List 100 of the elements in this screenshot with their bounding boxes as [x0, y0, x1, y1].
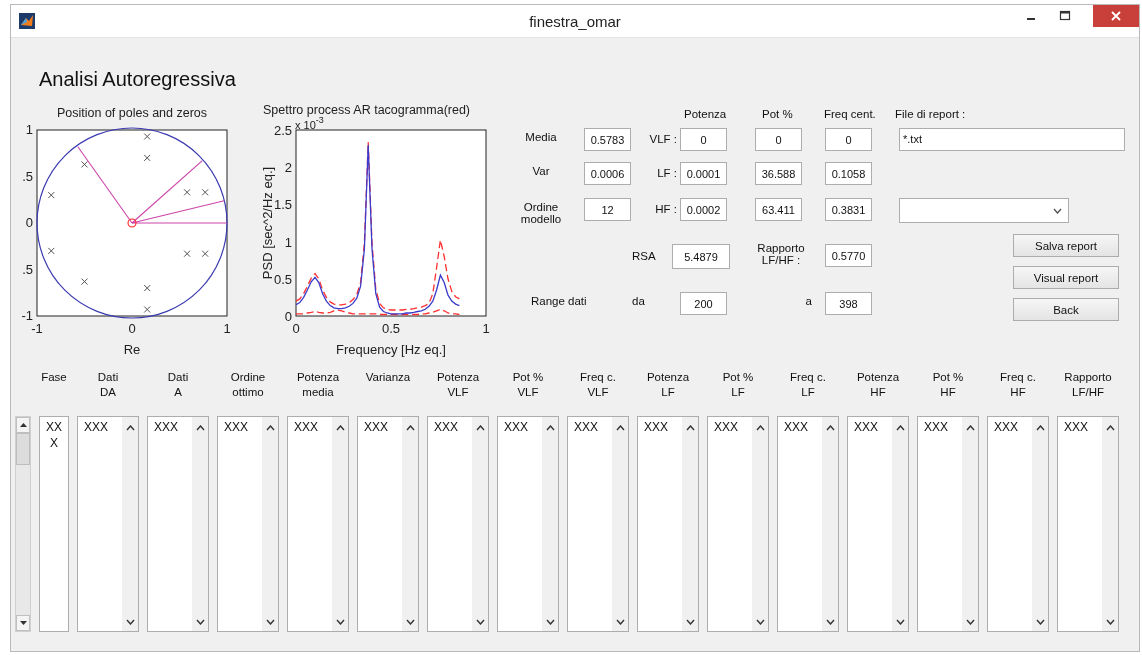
list-item[interactable]: XXX [224, 420, 248, 434]
chevron-up-icon[interactable] [1035, 425, 1045, 431]
chevron-down-icon[interactable] [685, 619, 695, 625]
pole-marker [183, 250, 191, 258]
list-box[interactable]: XXX [707, 416, 769, 632]
list-item[interactable]: XXX [84, 420, 108, 434]
chevron-down-icon[interactable] [1105, 619, 1115, 625]
list-box[interactable]: XXX [217, 416, 279, 632]
value-field[interactable]: 0.0006 [584, 162, 631, 185]
list-item[interactable]: XXX [44, 420, 64, 452]
tick-label: 2.5 [273, 123, 292, 138]
chevron-up-icon[interactable] [895, 425, 905, 431]
scroll-thumb[interactable] [16, 433, 30, 465]
value-field[interactable]: 0.0001 [680, 162, 727, 185]
chevron-up-icon[interactable] [125, 425, 135, 431]
value-field[interactable]: 12 [584, 198, 631, 221]
value-field[interactable]: 0.1058 [825, 162, 872, 185]
list-item[interactable]: XXX [574, 420, 598, 434]
list-item[interactable]: XXX [994, 420, 1018, 434]
column-header: Ordine ottimo [229, 370, 267, 400]
list-item[interactable]: XXX [854, 420, 878, 434]
chevron-up-icon[interactable] [1105, 425, 1115, 431]
list-box[interactable]: XXX [357, 416, 419, 632]
value-field[interactable]: 5.4879 [672, 244, 730, 269]
value-field[interactable]: 0.5770 [825, 244, 872, 267]
value-field[interactable]: 36.588 [755, 162, 802, 185]
tick-label: 2 [284, 160, 292, 176]
chevron-up-icon[interactable] [475, 425, 485, 431]
column-header: Varianza [364, 370, 412, 385]
chevron-down-icon[interactable] [125, 619, 135, 625]
chevron-down-icon[interactable] [265, 619, 275, 625]
list-item[interactable]: XXX [1064, 420, 1088, 434]
list-item[interactable]: XXX [924, 420, 948, 434]
list-box[interactable]: XXX [287, 416, 349, 632]
field-label: da [632, 295, 646, 307]
list-item[interactable]: XXX [294, 420, 318, 434]
chevron-up-icon[interactable] [335, 425, 345, 431]
list-item[interactable]: XXX [644, 420, 668, 434]
action-button[interactable]: Visual report [1013, 266, 1119, 289]
value-field[interactable]: 0 [755, 128, 802, 151]
chevron-down-icon[interactable] [895, 619, 905, 625]
list-box[interactable]: XXX [497, 416, 559, 632]
tick-label: 1 [223, 321, 231, 336]
file-field[interactable]: *.txt [899, 128, 1125, 151]
value-field[interactable]: 0 [825, 128, 872, 151]
value-field[interactable]: 398 [825, 292, 872, 315]
list-box[interactable]: XXX [147, 416, 209, 632]
close-button[interactable] [1093, 5, 1139, 27]
chevron-up-icon[interactable] [965, 425, 975, 431]
chevron-down-icon[interactable] [405, 619, 415, 625]
chevron-up-icon[interactable] [755, 425, 765, 431]
chevron-down-icon[interactable] [545, 619, 555, 625]
value-field[interactable]: 0.0002 [680, 198, 727, 221]
list-box[interactable]: XXX [1057, 416, 1119, 632]
list-box[interactable]: XXX [77, 416, 139, 632]
list-item[interactable]: XXX [154, 420, 178, 434]
chevron-up-icon[interactable] [825, 425, 835, 431]
chevron-up-icon[interactable] [195, 425, 205, 431]
chevron-down-icon[interactable] [195, 619, 205, 625]
list-item[interactable]: XXX [364, 420, 388, 434]
chevron-down-icon[interactable] [615, 619, 625, 625]
chevron-up-icon[interactable] [405, 425, 415, 431]
value-field[interactable]: 0 [680, 128, 727, 151]
maximize-icon[interactable] [1059, 10, 1071, 22]
list-box[interactable]: XXX [39, 416, 69, 632]
value-field[interactable]: 63.411 [755, 198, 802, 221]
list-box[interactable]: XXX [847, 416, 909, 632]
list-box[interactable]: XXX [567, 416, 629, 632]
tick-label: 1 [25, 122, 33, 137]
action-button[interactable]: Salva report [1013, 234, 1119, 257]
chevron-up-icon[interactable] [685, 425, 695, 431]
list-box[interactable]: XXX [637, 416, 699, 632]
chevron-down-icon[interactable] [755, 619, 765, 625]
chevron-down-icon[interactable] [335, 619, 345, 625]
list-item[interactable]: XXX [434, 420, 458, 434]
chevron-up-icon[interactable] [615, 425, 625, 431]
list-box[interactable]: XXX [777, 416, 839, 632]
list-item[interactable]: XXX [784, 420, 808, 434]
chevron-down-icon[interactable] [965, 619, 975, 625]
column-header: Pot % HF [931, 370, 965, 400]
chevron-up-icon[interactable] [265, 425, 275, 431]
chevron-down-icon[interactable] [1035, 619, 1045, 625]
value-field[interactable]: 0.5783 [584, 128, 631, 151]
tick-label: 1 [284, 234, 292, 250]
list-item[interactable]: XXX [714, 420, 738, 434]
value-field[interactable]: 0.3831 [825, 198, 872, 221]
value-field[interactable]: 200 [680, 292, 727, 315]
column-header: Dati A [166, 370, 190, 400]
list-box[interactable]: XXX [987, 416, 1049, 632]
action-button[interactable]: Back [1013, 298, 1119, 321]
axis-label: Frequency [Hz eq.] [336, 342, 446, 357]
list-box[interactable]: XXX [917, 416, 979, 632]
chevron-down-icon[interactable] [825, 619, 835, 625]
chevron-up-icon[interactable] [545, 425, 555, 431]
list-item[interactable]: XXX [504, 420, 528, 434]
list-box[interactable]: XXX [427, 416, 489, 632]
scrollbar[interactable] [15, 416, 31, 632]
chevron-down-icon[interactable] [475, 619, 485, 625]
pole-marker [143, 284, 151, 292]
field-label: a [804, 295, 813, 307]
